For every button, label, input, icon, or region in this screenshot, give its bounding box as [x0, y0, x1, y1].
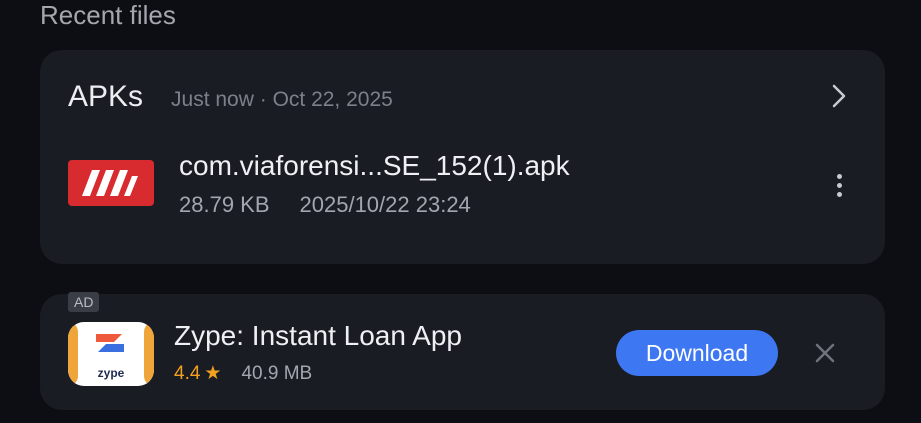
- file-row[interactable]: com.viaforensi...SE_152(1).apk 28.79 KB …: [68, 150, 861, 230]
- section-title: Recent files: [40, 0, 176, 30]
- recent-files-screen: Recent files APKs Just now · Oct 22, 202…: [0, 0, 921, 423]
- app-rating: 4.4 ★: [174, 362, 221, 385]
- file-name: com.viaforensi...SE_152(1).apk: [179, 150, 570, 181]
- apk-file-icon: [68, 160, 154, 206]
- file-size: 28.79 KB: [179, 192, 270, 217]
- ad-card[interactable]: AD zype Zype: Instant Loan App 4.4 ★ 40.…: [40, 292, 885, 410]
- close-icon[interactable]: [810, 338, 840, 368]
- rating-value: 4.4: [174, 362, 201, 384]
- chevron-right-icon[interactable]: [825, 80, 853, 112]
- file-meta: 28.79 KB 2025/10/22 23:24: [179, 192, 471, 218]
- zype-app-icon[interactable]: zype: [68, 322, 154, 386]
- download-button[interactable]: Download: [616, 330, 778, 376]
- card-header: APKs Just now · Oct 22, 2025: [68, 80, 393, 114]
- app-size: 40.9 MB: [241, 362, 313, 384]
- more-dot: [836, 191, 842, 197]
- file-date: 2025/10/22 23:24: [299, 192, 471, 217]
- more-dot: [836, 182, 842, 188]
- category-timestamp: Just now · Oct 22, 2025: [171, 88, 393, 111]
- ad-badge: AD: [68, 292, 100, 312]
- category-label: APKs: [68, 80, 144, 113]
- zype-brand-text: zype: [97, 366, 125, 380]
- app-name: Zype: Instant Loan App: [174, 320, 462, 351]
- recent-files-card[interactable]: APKs Just now · Oct 22, 2025 com.viafore…: [40, 50, 885, 264]
- zype-logo-mark: [96, 334, 124, 352]
- app-meta: 4.4 ★ 40.9 MB: [174, 362, 312, 385]
- more-dot: [836, 173, 842, 179]
- more-vert-icon[interactable]: [827, 168, 851, 202]
- star-icon: ★: [204, 363, 222, 384]
